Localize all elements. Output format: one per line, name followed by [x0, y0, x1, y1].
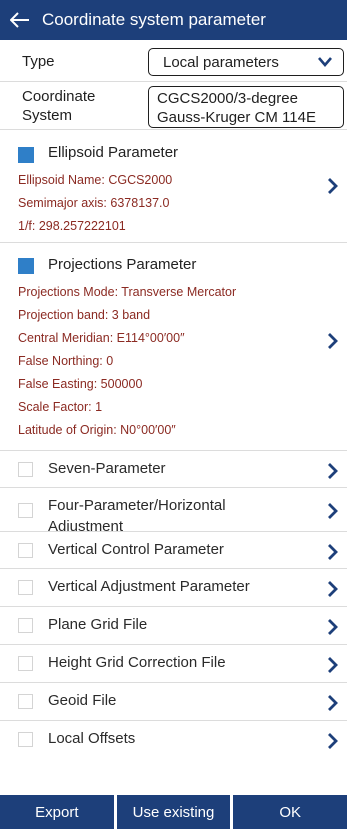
- height-grid-correction-file-label: Height Grid Correction File: [48, 654, 226, 671]
- chevron-right-icon: [328, 333, 338, 349]
- type-label: Type: [22, 53, 55, 70]
- export-button[interactable]: Export: [0, 795, 114, 829]
- local-offsets-checkbox[interactable]: [18, 732, 33, 747]
- seven-parameter-item[interactable]: Seven-Parameter: [0, 451, 347, 488]
- plane-grid-file-item[interactable]: Plane Grid File: [0, 607, 347, 645]
- coordinate-system-row: Coordinate System CGCS2000/3-degree Gaus…: [0, 82, 347, 130]
- projection-detail-line: False Northing: 0: [18, 354, 114, 368]
- local-offsets-label: Local Offsets: [48, 730, 136, 747]
- chevron-right-icon: [328, 619, 338, 635]
- plane-grid-file-label: Plane Grid File: [48, 616, 148, 633]
- type-dropdown-value: Local parameters: [163, 54, 279, 71]
- seven-parameter-checkbox[interactable]: [18, 462, 33, 477]
- projection-detail-line: Latitude of Origin: N0°00′00″: [18, 423, 176, 437]
- projections-parameter-title: Projections Parameter: [48, 256, 197, 273]
- type-dropdown[interactable]: Local parameters: [148, 48, 344, 76]
- back-button[interactable]: [0, 0, 40, 40]
- chevron-right-icon: [328, 463, 338, 479]
- projection-detail-line: Projection band: 3 band: [18, 308, 151, 322]
- page-title: Coordinate system parameter: [42, 10, 266, 29]
- coordinate-system-field[interactable]: CGCS2000/3-degree Gauss-Kruger CM 114E: [148, 86, 344, 128]
- vertical-control-parameter-label: Vertical Control Parameter: [48, 541, 224, 558]
- chevron-right-icon: [328, 581, 338, 597]
- chevron-right-icon: [328, 544, 338, 560]
- projection-detail-line: Scale Factor: 1: [18, 400, 103, 414]
- chevron-right-icon: [328, 695, 338, 711]
- four-parameter-label: Four-Parameter/Horizontal Adjustment: [48, 497, 226, 532]
- chevron-right-icon: [328, 178, 338, 194]
- geoid-file-label: Geoid File: [48, 692, 117, 709]
- ellipsoid-detail-line: 1/f: 298.257222101: [18, 219, 126, 233]
- chevron-right-icon: [328, 657, 338, 673]
- four-parameter-item[interactable]: Four-Parameter/Horizontal Adjustment: [0, 488, 347, 532]
- projection-detail-line: Central Meridian: E114°00′00″: [18, 331, 185, 345]
- four-parameter-checkbox[interactable]: [18, 503, 33, 518]
- ellipsoid-detail-line: Semimajor axis: 6378137.0: [18, 196, 170, 210]
- geoid-file-checkbox[interactable]: [18, 694, 33, 709]
- height-grid-correction-file-checkbox[interactable]: [18, 656, 33, 671]
- vertical-control-parameter-checkbox[interactable]: [18, 543, 33, 558]
- local-offsets-item[interactable]: Local Offsets: [0, 721, 347, 759]
- projections-parameter-checkbox[interactable]: [18, 258, 34, 274]
- vertical-control-parameter-item[interactable]: Vertical Control Parameter: [0, 532, 347, 569]
- vertical-adjustment-parameter-checkbox[interactable]: [18, 580, 33, 595]
- ellipsoid-parameter-title: Ellipsoid Parameter: [48, 144, 179, 161]
- vertical-adjustment-parameter-item[interactable]: Vertical Adjustment Parameter: [0, 569, 347, 607]
- ok-button[interactable]: OK: [233, 795, 347, 829]
- projections-parameter-section[interactable]: Projections Parameter Projections Mode: …: [0, 243, 347, 451]
- projection-detail-line: Projections Mode: Transverse Mercator: [18, 285, 237, 299]
- footer-bar: Export Use existing OK: [0, 795, 347, 829]
- plane-grid-file-checkbox[interactable]: [18, 618, 33, 633]
- back-arrow-icon: [10, 12, 29, 28]
- seven-parameter-label: Seven-Parameter: [48, 460, 166, 477]
- chevron-right-icon: [328, 503, 338, 519]
- vertical-adjustment-parameter-label: Vertical Adjustment Parameter: [48, 578, 250, 595]
- app-header: Coordinate system parameter: [0, 0, 347, 40]
- height-grid-correction-file-item[interactable]: Height Grid Correction File: [0, 645, 347, 683]
- ellipsoid-parameter-section[interactable]: Ellipsoid Parameter Ellipsoid Name: CGCS…: [0, 130, 347, 243]
- geoid-file-item[interactable]: Geoid File: [0, 683, 347, 721]
- chevron-right-icon: [328, 733, 338, 749]
- chevron-down-icon: [318, 57, 332, 67]
- projection-detail-line: False Easting: 500000: [18, 377, 143, 391]
- coordinate-system-label: Coordinate System: [22, 88, 96, 124]
- use-existing-button[interactable]: Use existing: [116, 795, 231, 829]
- type-row: Type Local parameters: [0, 40, 347, 82]
- ellipsoid-detail-line: Ellipsoid Name: CGCS2000: [18, 173, 173, 187]
- ellipsoid-parameter-checkbox[interactable]: [18, 147, 34, 163]
